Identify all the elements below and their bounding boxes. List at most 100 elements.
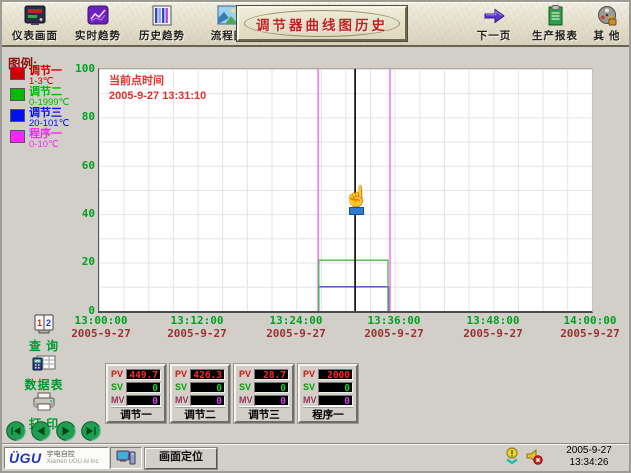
- hand-cursor-sleeve: [349, 207, 364, 215]
- vendor-logo: ÜGU 宇电自控 Xiamen UGU AI Inc: [4, 447, 109, 469]
- nav-previous-button[interactable]: [31, 421, 51, 441]
- toolbar-button-label: 下一页: [477, 28, 512, 43]
- printer-icon: [31, 391, 57, 413]
- hmi-screen: 仪表画面 实时趋势 历史趋势: [0, 0, 631, 473]
- x-axis-label: 13:12:00 2005-9-27: [158, 314, 236, 340]
- toolbar-button-label: 历史趋势: [139, 28, 185, 43]
- pv-row: PV 426.3: [175, 368, 225, 380]
- realtime-trend-icon: [85, 5, 111, 27]
- x-axis-label: 13:24:00 2005-9-27: [257, 314, 335, 340]
- toolbar-button-other[interactable]: 其 他: [585, 5, 629, 43]
- y-axis-tick: 20: [60, 255, 95, 268]
- mv-label: MV: [111, 395, 126, 405]
- next-page-arrow-icon: [481, 5, 507, 27]
- sv-label: SV: [239, 382, 254, 392]
- query-button[interactable]: 1 2 查 询: [16, 313, 72, 351]
- top-toolbar: 仪表画面 实时趋势 历史趋势: [2, 2, 629, 47]
- panel-title: 调节二: [175, 407, 225, 422]
- sv-value: 0: [254, 382, 289, 393]
- trend-chart-plot[interactable]: 当前点时间 2005-9-27 13:31:10 ☝: [98, 68, 593, 313]
- nav-next-button[interactable]: [56, 421, 76, 441]
- toolbar-button-label: 生产报表: [532, 28, 578, 43]
- toolbar-button-production-report[interactable]: 生产报表: [526, 5, 584, 43]
- step-forward-icon: [56, 421, 76, 441]
- tray-speaker-muted-icon[interactable]: [525, 447, 543, 466]
- pv-value: 28.7: [254, 369, 289, 380]
- x-axis-label: 14:00:00 2005-9-27: [551, 314, 629, 340]
- mv-value: 0: [190, 395, 225, 406]
- mv-row: MV 0: [111, 394, 161, 406]
- mv-label: MV: [239, 395, 254, 405]
- panel-title: 调节一: [111, 407, 161, 422]
- tray-alarm-lamp-icon[interactable]: [503, 447, 521, 466]
- computer-icon: [116, 450, 136, 466]
- system-date: 2005-9-27: [552, 445, 626, 457]
- toolbar-button-history-trend[interactable]: 历史趋势: [135, 5, 189, 43]
- page-title: 调节器曲线图历史: [256, 14, 388, 34]
- sv-label: SV: [303, 382, 318, 392]
- hand-cursor-icon: ☝: [344, 187, 369, 207]
- mv-row: MV 0: [303, 394, 353, 406]
- pv-label: PV: [303, 369, 318, 379]
- history-trend-icon: [149, 5, 175, 27]
- cursor-time-value: 2005-9-27 13:31:10: [109, 89, 206, 104]
- misc-reel-icon: [594, 5, 620, 27]
- pv-value: 449.7: [126, 369, 161, 380]
- screen-locate-button[interactable]: 画面定位: [145, 448, 217, 469]
- title-oval-frame: 调节器曲线图历史: [244, 10, 400, 37]
- cursor-time-label: 当前点时间: [109, 74, 206, 89]
- cursor-time-annotation: 当前点时间 2005-9-27 13:31:10: [109, 74, 206, 104]
- skip-to-start-icon: [6, 421, 26, 441]
- toolbar-button-realtime-trend[interactable]: 实时趋势: [71, 5, 125, 43]
- nav-last-button[interactable]: [81, 421, 101, 441]
- sv-value: 0: [318, 382, 353, 393]
- pv-row: PV 2000: [303, 368, 353, 380]
- mv-label: MV: [175, 395, 190, 405]
- sv-label: SV: [175, 382, 190, 392]
- query-book-icon: 1 2: [31, 313, 57, 335]
- mv-row: MV 0: [175, 394, 225, 406]
- y-axis-tick: 60: [60, 159, 95, 172]
- pv-row: PV 28.7: [239, 368, 289, 380]
- sv-row: SV 0: [239, 381, 289, 393]
- x-axis-label: 13:36:00 2005-9-27: [355, 314, 433, 340]
- svg-text:1: 1: [37, 318, 42, 328]
- svg-text:2: 2: [46, 318, 51, 328]
- report-clipboard-icon: [542, 5, 568, 27]
- data-table-icon: [31, 352, 57, 374]
- x-axis-label: 13:00:00 2005-9-27: [62, 314, 140, 340]
- legend-swatch: [10, 67, 25, 80]
- legend-item-tiaojie2: 调节二 0-1999℃: [10, 87, 100, 108]
- workstation-indicator: [110, 447, 142, 469]
- skip-to-end-icon: [81, 421, 101, 441]
- y-axis-tick: 100: [60, 62, 95, 75]
- toolbar-button-label: 实时趋势: [75, 28, 121, 43]
- page-title-plaque: 调节器曲线图历史: [237, 6, 407, 41]
- mv-label: MV: [303, 395, 318, 405]
- sv-value: 0: [126, 382, 161, 393]
- system-datetime: 2005-9-27 13:34:26: [552, 445, 626, 469]
- x-axis-label: 13:48:00 2005-9-27: [454, 314, 532, 340]
- toolbar-button-next-page[interactable]: 下一页: [467, 5, 521, 43]
- legend-item-chengxu1: 程序一 0-10℃: [10, 129, 100, 150]
- mv-value: 0: [254, 395, 289, 406]
- pid-panel-tiaojie2: PV 426.3 SV 0 MV 0 调节二: [170, 364, 230, 423]
- vendor-logo-subtext: 宇电自控 Xiamen UGU AI Inc: [47, 451, 99, 466]
- pid-panel-tiaojie1: PV 449.7 SV 0 MV 0 调节一: [106, 364, 166, 423]
- instrument-panel-icon: [22, 5, 48, 27]
- mv-value: 0: [318, 395, 353, 406]
- sv-row: SV 0: [303, 381, 353, 393]
- pid-panel-chengxu1: PV 2000 SV 0 MV 0 程序一: [298, 364, 358, 423]
- nav-first-button[interactable]: [6, 421, 26, 441]
- sv-row: SV 0: [175, 381, 225, 393]
- toolbar-button-instrument-screen[interactable]: 仪表画面: [8, 5, 62, 43]
- panel-title: 程序一: [303, 407, 353, 422]
- status-bar: ÜGU 宇电自控 Xiamen UGU AI Inc 画面定位: [2, 443, 629, 471]
- data-table-button[interactable]: 数据表: [16, 352, 72, 390]
- legend-swatch: [10, 109, 25, 122]
- panel-title: 调节三: [239, 407, 289, 422]
- pv-value: 426.3: [190, 369, 225, 380]
- sv-value: 0: [190, 382, 225, 393]
- pv-value: 2000: [318, 369, 353, 380]
- sv-label: SV: [111, 382, 126, 392]
